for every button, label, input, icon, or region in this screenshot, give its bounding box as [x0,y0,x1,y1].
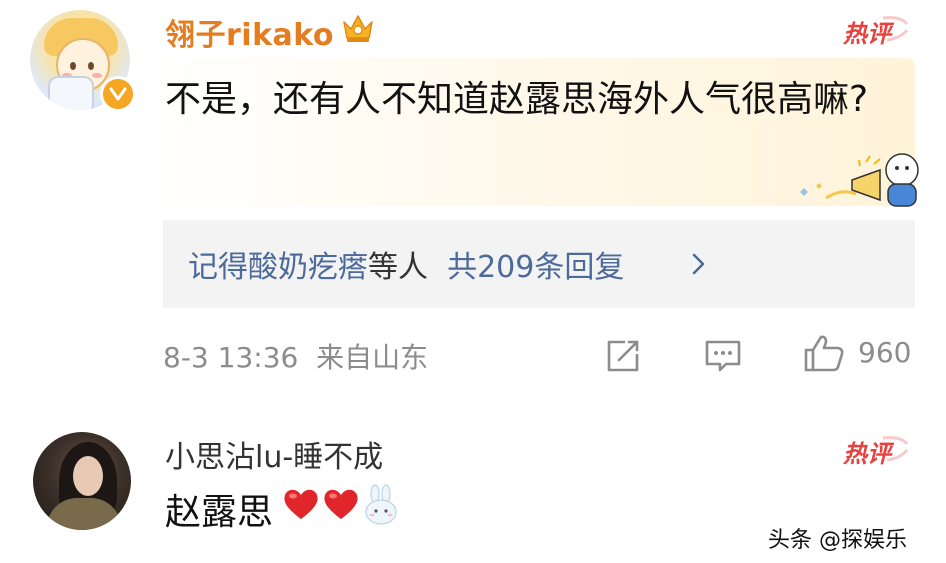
thumbs-up-icon[interactable] [802,333,846,373]
username[interactable]: 翎子rikako [165,10,334,54]
avatar-eye [88,62,94,70]
like-count: 960 [858,336,912,369]
reply-count[interactable]: 共209条回复 [447,250,624,285]
red-heart-icon [324,489,358,519]
hot-label: 热评 [843,440,891,468]
reply-user-names[interactable]: 记得酸奶疙瘩 [188,250,368,285]
avatar-eye [70,62,76,70]
chevron-right-icon[interactable] [690,252,708,276]
comment-text: 赵露思 [165,492,274,533]
red-heart-icon [284,489,318,519]
avatar-plush [48,76,94,110]
hot-label: 热评 [843,20,891,48]
avatar-face [73,456,103,496]
comment-location: 来自山东 [316,341,429,374]
comment-timestamp: 8-3 13:36 [163,341,299,374]
comment-text: 不是，还有人不知道赵露思海外人气很高嘛? [165,79,869,120]
replies-summary-text[interactable]: 记得酸奶疙瘩等人 共209条回复 [188,242,624,286]
hot-comment-badge: 热评 [843,434,909,469]
rabbit-sticker-icon [365,484,397,525]
share-icon[interactable] [605,338,641,374]
comment-icon[interactable] [704,338,742,374]
reply-users-suffix: 等人 [368,250,428,285]
avatar-blush [92,73,102,78]
watermark: 头条 @探娱乐 [768,528,907,553]
avatar[interactable] [33,432,131,530]
comment-meta: 8-3 13:36 来自山东 [163,336,428,376]
verified-badge-icon [100,76,136,112]
username[interactable]: 小思沾lu-睡不成 [165,432,383,476]
crown-icon [343,15,373,42]
hot-comment-badge: 热评 [843,14,909,49]
megaphone-sticker-icon [800,153,919,207]
